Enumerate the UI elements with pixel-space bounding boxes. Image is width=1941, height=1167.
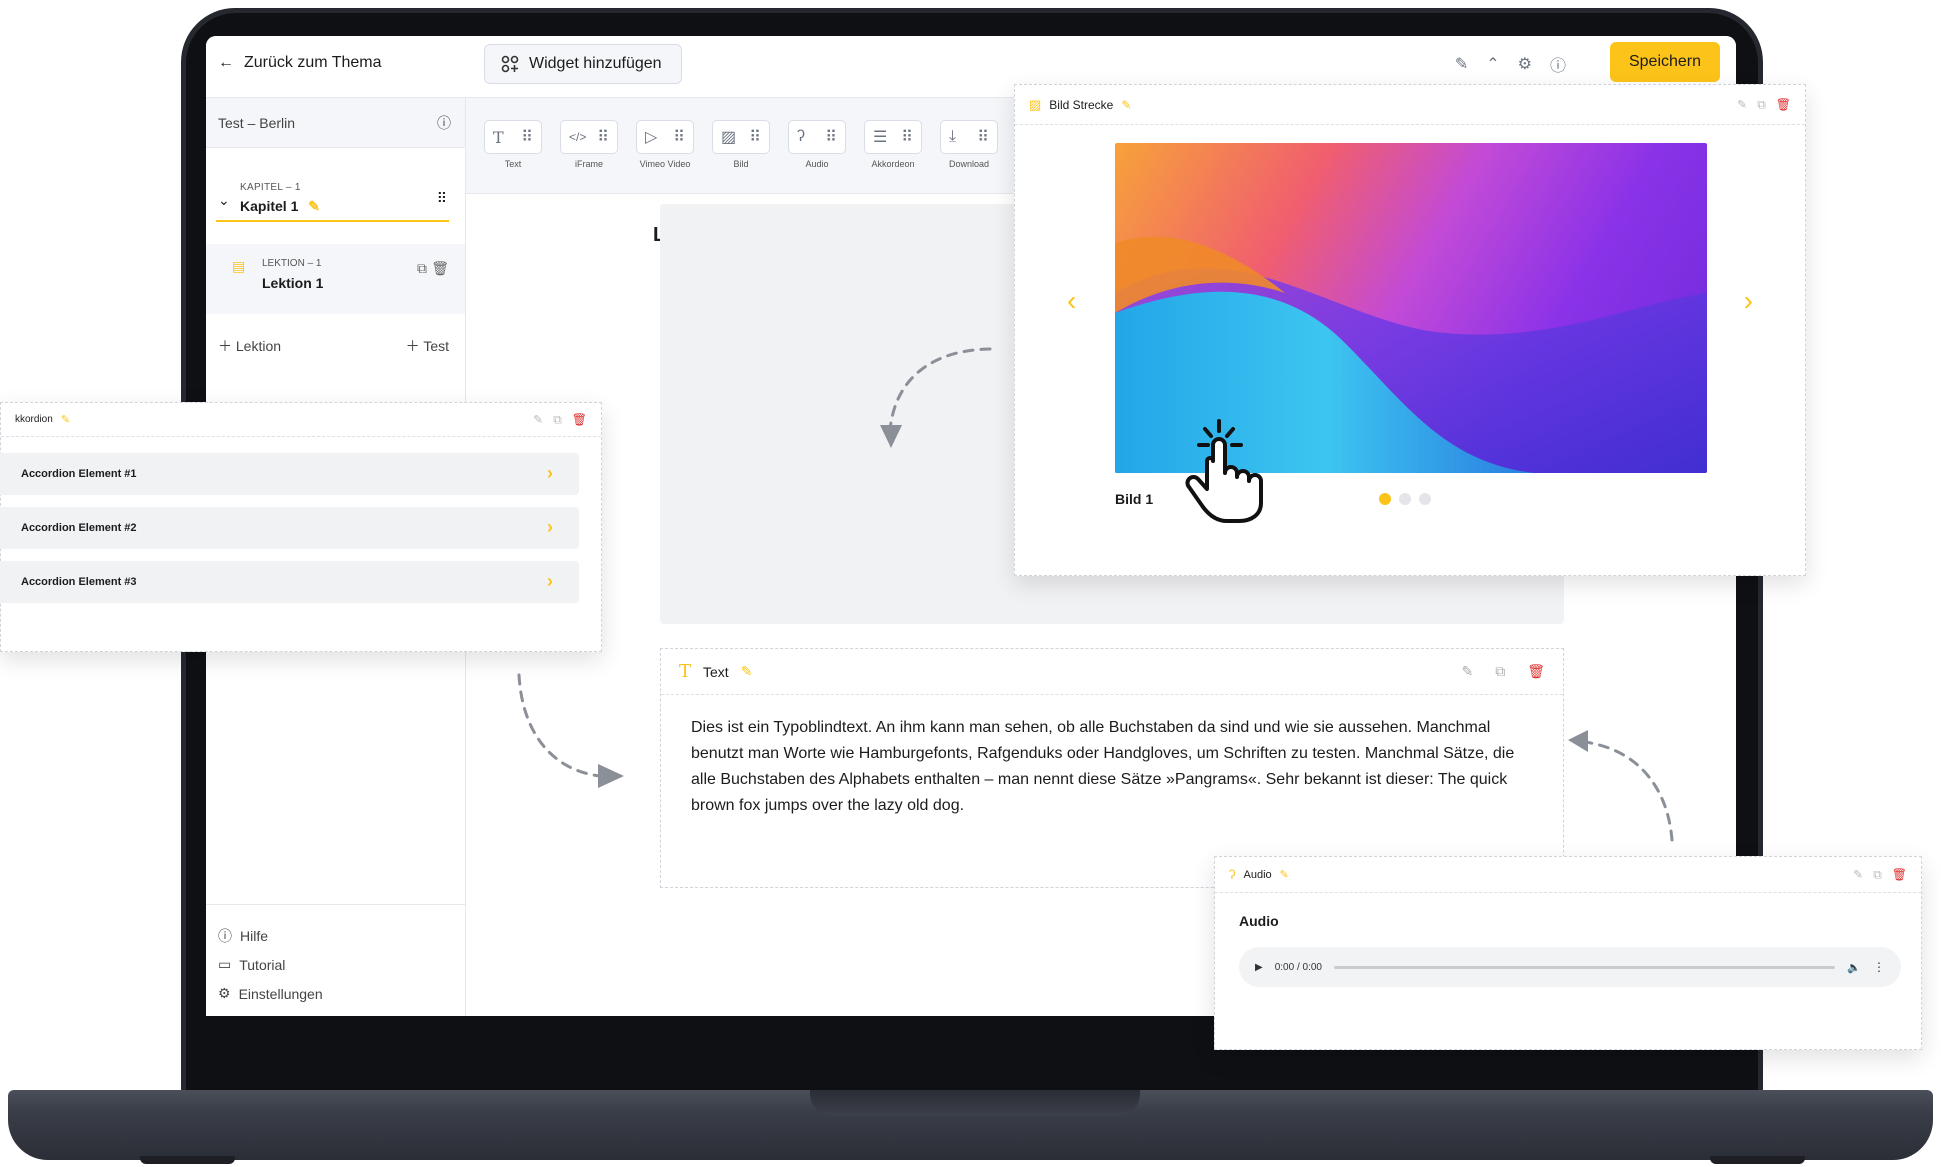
dashed-arrows <box>517 347 1674 842</box>
